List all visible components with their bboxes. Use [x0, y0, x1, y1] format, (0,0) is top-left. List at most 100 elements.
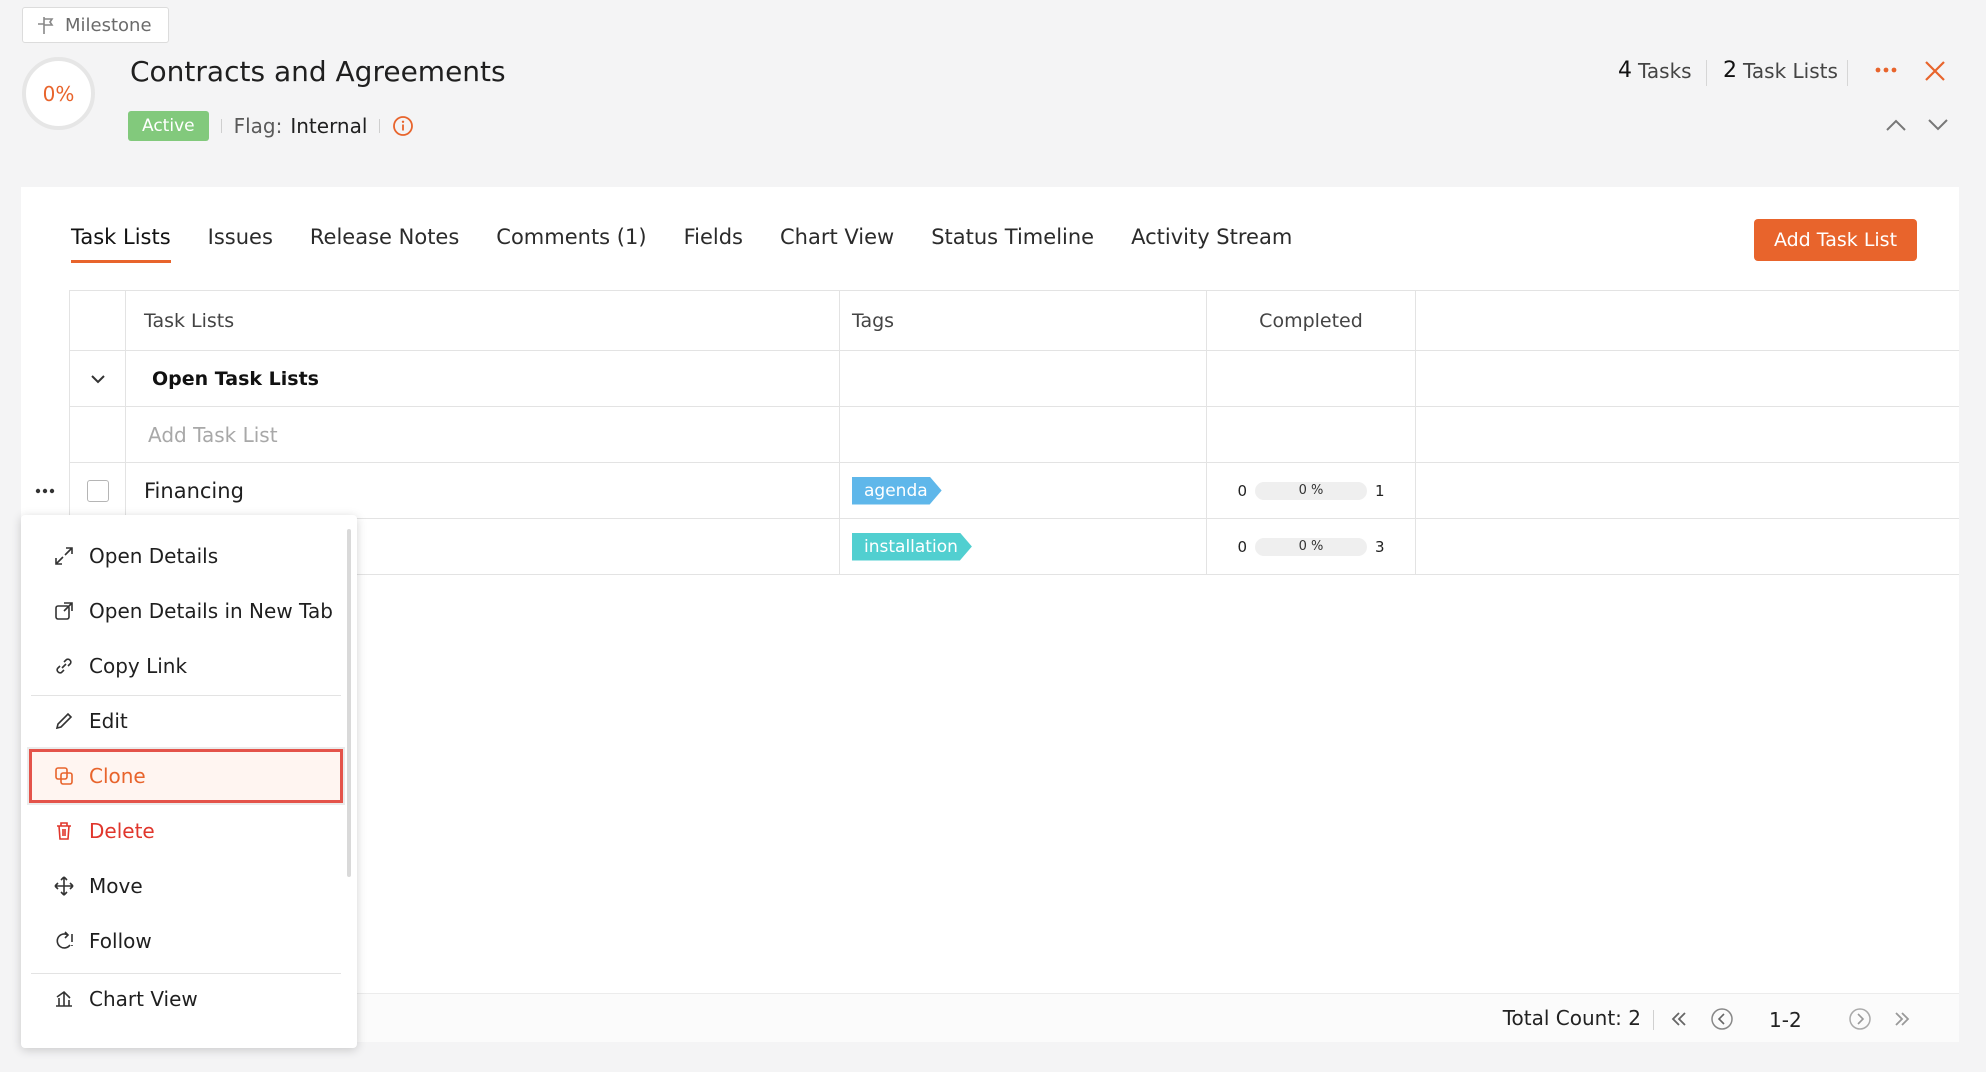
flag-value[interactable]: Internal — [290, 114, 367, 138]
menu-item-clone[interactable]: Clone — [29, 749, 343, 803]
chevron-up-icon[interactable] — [1885, 118, 1907, 132]
group-cell: Open Task Lists — [125, 351, 839, 406]
tab-comments[interactable]: Comments (1) — [496, 225, 646, 263]
row-more-icon[interactable] — [34, 484, 56, 498]
divider — [1653, 1010, 1654, 1030]
tab-task-lists[interactable]: Task Lists — [71, 225, 171, 263]
total-count-label: Total Count: 2 — [1502, 1006, 1641, 1030]
progress-ring: 0% — [22, 57, 95, 130]
completed-count: 0 — [1237, 537, 1247, 556]
completion-progress: 0 0 % 3 — [1237, 537, 1385, 556]
empty-cell — [839, 407, 1206, 462]
milestone-icon — [35, 15, 55, 35]
menu-item-delete[interactable]: Delete — [31, 806, 341, 856]
divider — [220, 119, 222, 133]
milestone-chip[interactable]: Milestone — [22, 7, 169, 43]
completed-cell: 0 0 % 1 — [1206, 463, 1415, 518]
follow-icon — [53, 930, 75, 952]
menu-item-edit[interactable]: Edit — [31, 696, 341, 746]
add-row: Add Task List — [69, 407, 1959, 463]
column-header-tags[interactable]: Tags — [839, 291, 1206, 350]
chart-icon — [53, 988, 75, 1010]
menu-item-label: Clone — [89, 764, 146, 788]
add-task-list-input[interactable]: Add Task List — [125, 407, 839, 462]
tab-issues[interactable]: Issues — [208, 225, 273, 263]
expand-icon — [53, 545, 75, 567]
tasks-count-number: 4 — [1618, 58, 1632, 83]
close-icon[interactable] — [1924, 60, 1946, 82]
progress-bar: 0 % — [1255, 481, 1367, 500]
milestone-chip-label: Milestone — [65, 14, 152, 36]
trash-icon — [53, 820, 75, 842]
table-header: Task Lists Tags Completed — [69, 290, 1959, 351]
menu-item-label: Move — [89, 874, 143, 898]
next-page-icon[interactable] — [1847, 1004, 1873, 1034]
flag-label: Flag: — [233, 114, 283, 138]
tasklists-count-number: 2 — [1723, 58, 1737, 83]
menu-item-open-details[interactable]: Open Details — [31, 531, 341, 581]
total-count: 3 — [1375, 537, 1385, 556]
menu-item-copy-link[interactable]: Copy Link — [31, 641, 341, 691]
column-header-completed[interactable]: Completed — [1206, 291, 1415, 350]
menu-item-label: Copy Link — [89, 654, 188, 678]
tasks-count-label: Tasks — [1638, 58, 1692, 83]
link-icon — [53, 655, 75, 677]
tags-cell: installation — [839, 519, 1206, 574]
tag-badge[interactable]: installation — [852, 533, 972, 561]
menu-item-label: Open Details in New Tab — [89, 599, 333, 623]
menu-item-label: Open Details — [89, 544, 219, 568]
row-checkbox[interactable] — [86, 479, 109, 502]
tab-activity-stream[interactable]: Activity Stream — [1131, 225, 1292, 263]
last-page-icon[interactable] — [1890, 1004, 1914, 1034]
header-select-cell — [69, 291, 125, 350]
tab-fields[interactable]: Fields — [684, 225, 743, 263]
tab-release-notes[interactable]: Release Notes — [310, 225, 459, 263]
empty-cell — [1415, 351, 1959, 406]
tasklists-count[interactable]: 2 Task Lists — [1723, 58, 1838, 83]
menu-item-open-new-tab[interactable]: Open Details in New Tab — [31, 586, 341, 636]
tab-chart-view[interactable]: Chart View — [780, 225, 894, 263]
page-title: Contracts and Agreements — [130, 55, 506, 88]
table-row[interactable]: Financing agenda 0 0 % 1 — [69, 463, 1959, 519]
menu-item-label: Follow — [89, 929, 152, 953]
menu-item-move[interactable]: Move — [31, 861, 341, 911]
info-icon[interactable] — [392, 115, 414, 137]
column-header-task-lists[interactable]: Task Lists — [125, 291, 839, 350]
empty-cell — [1415, 407, 1959, 462]
chevron-down-icon[interactable] — [1927, 118, 1949, 132]
chevron-down-icon — [90, 374, 106, 384]
tab-bar: Task Lists Issues Release Notes Comments… — [71, 225, 1329, 275]
status-badge[interactable]: Active — [128, 111, 209, 141]
tags-cell: agenda — [839, 463, 1206, 518]
total-count: 1 — [1375, 481, 1385, 500]
tab-status-timeline[interactable]: Status Timeline — [931, 225, 1094, 263]
pencil-icon — [53, 710, 75, 732]
empty-cell — [839, 351, 1206, 406]
completed-cell: 0 0 % 3 — [1206, 519, 1415, 574]
tasklists-count-label: Task Lists — [1743, 58, 1838, 83]
menu-item-chart-view[interactable]: Chart View — [31, 974, 341, 1024]
status-row: Active Flag: Internal — [128, 111, 414, 141]
divider — [1706, 60, 1707, 86]
divider — [1847, 60, 1848, 86]
new-tab-icon — [53, 600, 75, 622]
menu-scrollbar[interactable] — [347, 529, 351, 877]
tag-badge[interactable]: agenda — [852, 477, 942, 505]
first-page-icon[interactable] — [1667, 1004, 1691, 1034]
task-list-name-cell[interactable]: Financing — [125, 463, 839, 518]
task-list-name[interactable]: Financing — [144, 479, 244, 503]
add-task-list-placeholder: Add Task List — [148, 422, 278, 447]
more-options-icon[interactable] — [1875, 66, 1897, 74]
context-menu: Open Details Open Details in New Tab Cop… — [21, 515, 357, 1048]
group-row: Open Task Lists — [69, 351, 1959, 407]
menu-item-label: Chart View — [89, 987, 198, 1011]
progress-bar: 0 % — [1255, 537, 1367, 556]
collapse-toggle[interactable] — [69, 351, 125, 406]
progress-percent: 0% — [42, 81, 75, 106]
add-task-list-button[interactable]: Add Task List — [1754, 219, 1917, 261]
previous-page-icon[interactable] — [1709, 1004, 1735, 1034]
empty-cell — [69, 407, 125, 462]
tasks-count[interactable]: 4 Tasks — [1618, 58, 1692, 83]
menu-item-follow[interactable]: Follow — [31, 916, 341, 966]
header-filler — [1415, 291, 1959, 350]
